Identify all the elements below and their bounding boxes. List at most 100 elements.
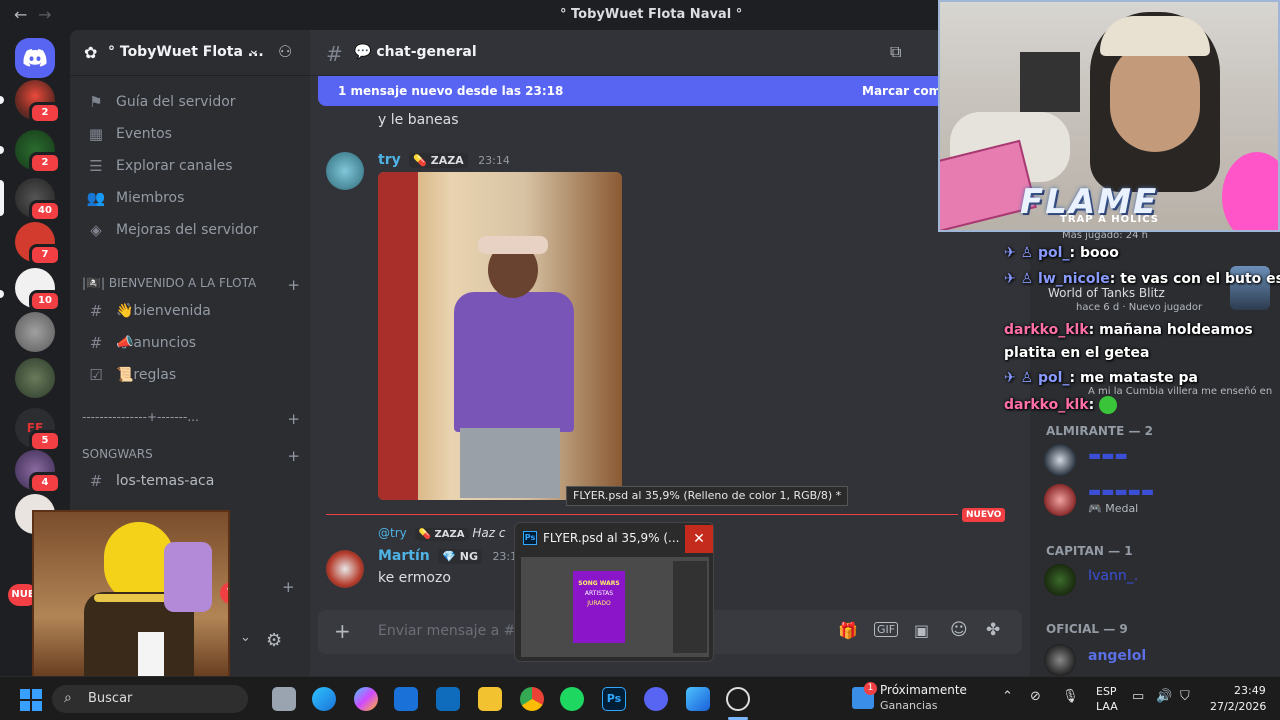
- close-icon[interactable]: ✕: [685, 525, 713, 553]
- sticker-icon[interactable]: ▣: [914, 621, 929, 640]
- list-icon: ☰: [89, 157, 103, 175]
- guild-icon-5[interactable]: 10: [15, 268, 61, 312]
- search-box[interactable]: ⌕ Buscar: [52, 685, 248, 713]
- guild-icon-7[interactable]: [15, 358, 55, 398]
- add-attachment-icon[interactable]: +: [334, 619, 351, 643]
- menu-guide[interactable]: ⚑ Guía del servidor: [78, 87, 302, 117]
- member-row[interactable]: Ivann_.: [1044, 562, 1264, 602]
- boost-icon: ◈: [90, 221, 102, 239]
- channel-bienvenida[interactable]: # 👋bienvenida: [78, 296, 302, 326]
- outlook-icon[interactable]: [436, 687, 460, 711]
- guild-icon-6[interactable]: [15, 312, 55, 352]
- member-row[interactable]: ▬▬▬: [1044, 442, 1264, 482]
- photoshop-icon[interactable]: Ps: [602, 687, 626, 711]
- author-name[interactable]: Martín: [378, 548, 430, 564]
- language-code[interactable]: ESP: [1096, 685, 1117, 698]
- menu-members[interactable]: 👥 Miembros: [78, 183, 302, 213]
- server-name: ° TobyWuet Flota ...: [108, 44, 264, 60]
- add-channel-icon[interactable]: +: [282, 578, 295, 596]
- language-layout[interactable]: LAA: [1096, 700, 1118, 713]
- guild-icon-1[interactable]: 2: [15, 80, 61, 124]
- display-icon[interactable]: ▭: [1132, 689, 1144, 704]
- message-text: ke ermozo: [378, 570, 451, 586]
- spotify-icon[interactable]: [560, 687, 584, 711]
- photoshop-taskbar-preview[interactable]: Ps FLYER.psd al 35,9% (... ✕ SONG WARS A…: [514, 522, 714, 662]
- shield-icon[interactable]: ⛉: [1180, 689, 1190, 704]
- obs-icon[interactable]: [726, 687, 750, 711]
- notification-badge: 1: [864, 682, 877, 695]
- selected-pill: [0, 180, 4, 216]
- guild-icon-3[interactable]: 40: [15, 178, 61, 222]
- emoji-icon[interactable]: ☺: [950, 620, 968, 640]
- guild-icon-4[interactable]: 7: [15, 222, 61, 266]
- guild-icon-8[interactable]: FF 5: [15, 408, 61, 452]
- tray-icon[interactable]: ⊘: [1030, 689, 1041, 704]
- message-text: y le baneas: [378, 112, 459, 128]
- menu-server-boost[interactable]: ◈ Mejoras del servidor: [78, 215, 302, 245]
- chevron-down-icon[interactable]: ⌄: [240, 630, 251, 645]
- author-name[interactable]: try: [378, 152, 401, 168]
- role-header-capitan: CAPITAN — 1: [1046, 544, 1133, 558]
- message-header: Martín 💎 NG 23:18: [378, 548, 524, 564]
- server-settings-icon: ✿: [84, 43, 98, 62]
- twitch-chat-line: platita en el geteа: [1004, 345, 1150, 361]
- edge-icon[interactable]: [312, 687, 336, 711]
- gift-icon[interactable]: 🎁: [838, 621, 858, 640]
- chevron-up-icon[interactable]: ⌃: [1002, 689, 1013, 704]
- discord-icon[interactable]: [644, 687, 668, 711]
- menu-events[interactable]: ▦ Eventos: [78, 119, 302, 149]
- folder-icon[interactable]: [478, 687, 502, 711]
- mark-as-read-button[interactable]: Marcar como: [862, 84, 949, 98]
- chevron-down-icon[interactable]: ⌄: [248, 42, 260, 58]
- member-name: Ivann_.: [1088, 568, 1139, 584]
- guild-icon-9[interactable]: 4: [15, 450, 61, 494]
- member-row[interactable]: ▬▬▬▬▬ 🎮 Medal: [1044, 482, 1264, 522]
- gear-icon[interactable]: ⚙: [266, 630, 282, 651]
- new-messages-bar[interactable]: 1 mensaje nuevo desde las 23:18 Marcar c…: [318, 76, 958, 106]
- search-icon: ⌕: [64, 690, 72, 706]
- threads-icon[interactable]: ⧉: [890, 42, 901, 62]
- chrome-icon[interactable]: [520, 687, 544, 711]
- channel-anuncios[interactable]: # 📣anuncios: [78, 328, 302, 358]
- image-attachment[interactable]: [378, 172, 622, 500]
- channel-reglas[interactable]: ☑ 📜reglas: [78, 360, 302, 390]
- role-badge: 💊 ZAZA: [409, 153, 468, 168]
- gif-icon[interactable]: GIF: [874, 622, 899, 637]
- composer-placeholder[interactable]: Enviar mensaje a #: [378, 623, 515, 639]
- unread-pill: [0, 146, 4, 154]
- volume-icon[interactable]: 🔊: [1156, 689, 1172, 704]
- back-arrow-icon[interactable]: ←: [14, 5, 27, 24]
- microphone-icon[interactable]: 🎙: [1062, 689, 1079, 704]
- guild-icon-2[interactable]: 2: [15, 130, 61, 174]
- start-icon[interactable]: [20, 689, 42, 711]
- role-header-almirante: ALMIRANTE — 2: [1046, 424, 1153, 438]
- members-icon: 👥: [86, 189, 106, 207]
- reply-reference[interactable]: @try 💊 ZAZA Haz c: [378, 526, 505, 541]
- clock-time[interactable]: 23:49: [1234, 684, 1266, 697]
- photoshop-tooltip: FLYER.psd al 35,9% (Relleno de color 1, …: [566, 486, 849, 506]
- photos-icon[interactable]: [686, 687, 710, 711]
- role-badge: 💎 NG: [438, 549, 482, 564]
- webcam-overlay: FLAME TRAP A HOLICS: [938, 0, 1280, 232]
- flame-subtitle: TRAP A HOLICS: [1060, 214, 1159, 225]
- clock-date[interactable]: 27/2/2026: [1210, 700, 1266, 713]
- channel-los-temas-aca[interactable]: # los-temas-aca: [78, 466, 302, 496]
- copilot-icon[interactable]: [354, 687, 378, 711]
- category-divider[interactable]: ---------------+-------... +: [82, 410, 300, 428]
- category-welcome[interactable]: |🏴‍☠️| BIENVENIDO A LA FLOTA +: [82, 276, 300, 294]
- store-icon[interactable]: [394, 687, 418, 711]
- role-header-oficial: OFICIAL — 9: [1046, 622, 1128, 636]
- discord-home-icon[interactable]: [15, 38, 55, 78]
- category-songwars[interactable]: SONGWARS +: [82, 447, 300, 465]
- invite-people-icon[interactable]: ⚇: [278, 42, 292, 61]
- task-view-icon[interactable]: [272, 687, 296, 711]
- hash-icon: #: [89, 334, 103, 352]
- avatar[interactable]: [326, 152, 364, 190]
- forward-arrow-icon[interactable]: →: [38, 5, 51, 24]
- menu-browse-channels[interactable]: ☰ Explorar canales: [78, 151, 302, 181]
- apps-icon[interactable]: ✤: [986, 620, 1000, 640]
- avatar[interactable]: [326, 550, 364, 588]
- server-header[interactable]: ✿ ° TobyWuet Flota ... ⌄ ⚇: [70, 30, 310, 76]
- widget-title[interactable]: Próximamente: [880, 683, 967, 697]
- game-name: World of Tanks Blitz: [1048, 286, 1165, 300]
